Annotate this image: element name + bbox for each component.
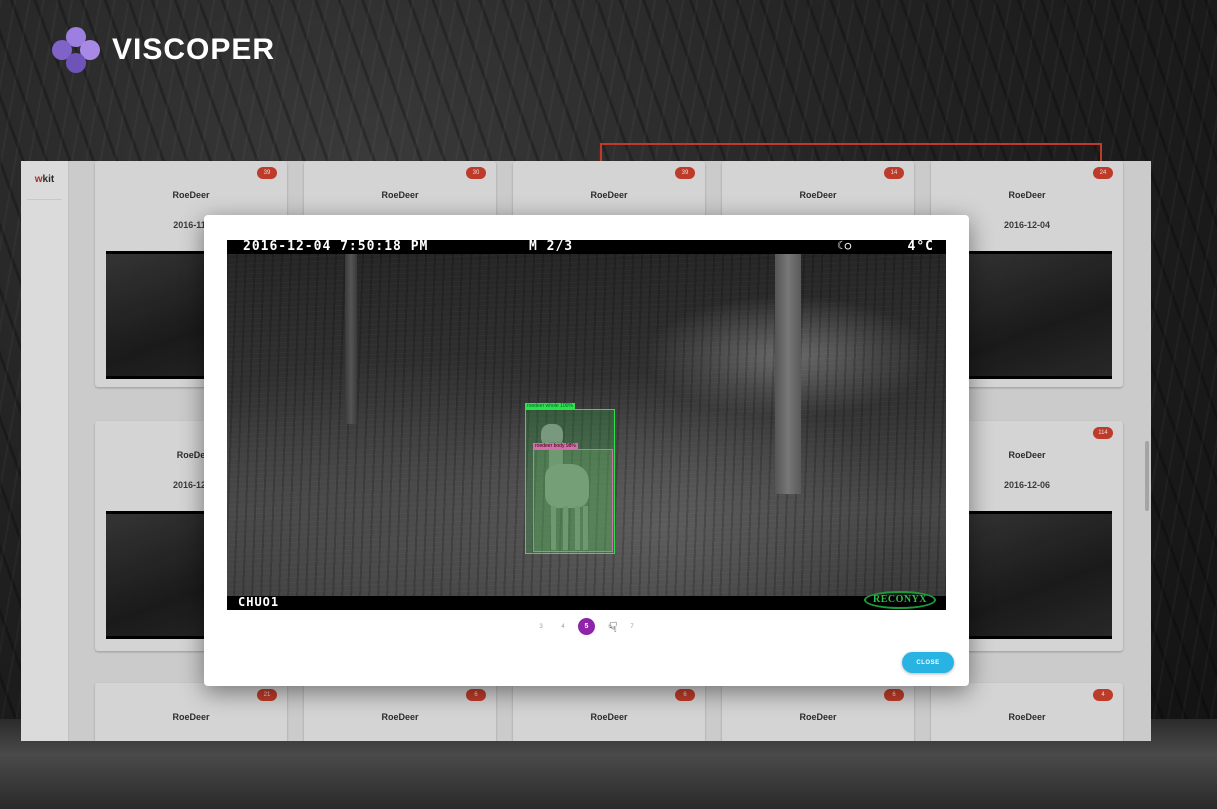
camera-brand-logo: RECONYX bbox=[864, 591, 936, 609]
image-viewer-modal: 2016-12-04 7:50:18 PM M 2/3 ☾○ 4°C roede… bbox=[204, 215, 969, 686]
image-timestamp: 2016-12-04 7:50:18 PM bbox=[243, 240, 429, 254]
camera-id: CHUO1 bbox=[238, 595, 280, 609]
page-4[interactable]: 4 bbox=[556, 620, 570, 634]
brand-name: VISCOPER bbox=[112, 33, 276, 66]
close-button[interactable]: CLOSE bbox=[902, 652, 954, 673]
viscoper-logo-icon bbox=[50, 25, 102, 75]
page-7[interactable]: 7 bbox=[625, 620, 639, 634]
image-frame-number: M 2/3 bbox=[529, 240, 574, 254]
image-pagination: 3 4 5 6 7 bbox=[204, 618, 969, 635]
image-footer-bar: CHUO1 RECONYX bbox=[227, 591, 946, 610]
detection-box-body: roedeer body 98% bbox=[533, 443, 613, 552]
page-3[interactable]: 3 bbox=[534, 620, 548, 634]
image-temperature: 4°C bbox=[907, 240, 934, 254]
image-info-bar: 2016-12-04 7:50:18 PM M 2/3 ☾○ 4°C bbox=[227, 240, 946, 254]
moon-phase-icon: ☾○ bbox=[837, 240, 853, 252]
camera-trap-image: 2016-12-04 7:50:18 PM M 2/3 ☾○ 4°C roede… bbox=[227, 240, 946, 610]
detection-label: roedeer body 98% bbox=[533, 443, 578, 450]
page-5-active[interactable]: 5 bbox=[578, 618, 595, 635]
hand-cursor-icon: ☟ bbox=[609, 619, 618, 635]
image-scene: roedeer whole 100% roedeer body 98% bbox=[227, 254, 946, 596]
detection-label: roedeer whole 100% bbox=[525, 403, 575, 410]
brand-logo: VISCOPER bbox=[50, 25, 275, 75]
desktop-background: VISCOPER wkit 39 RoeDeer 2016-11- 30 Roe… bbox=[0, 0, 1217, 809]
